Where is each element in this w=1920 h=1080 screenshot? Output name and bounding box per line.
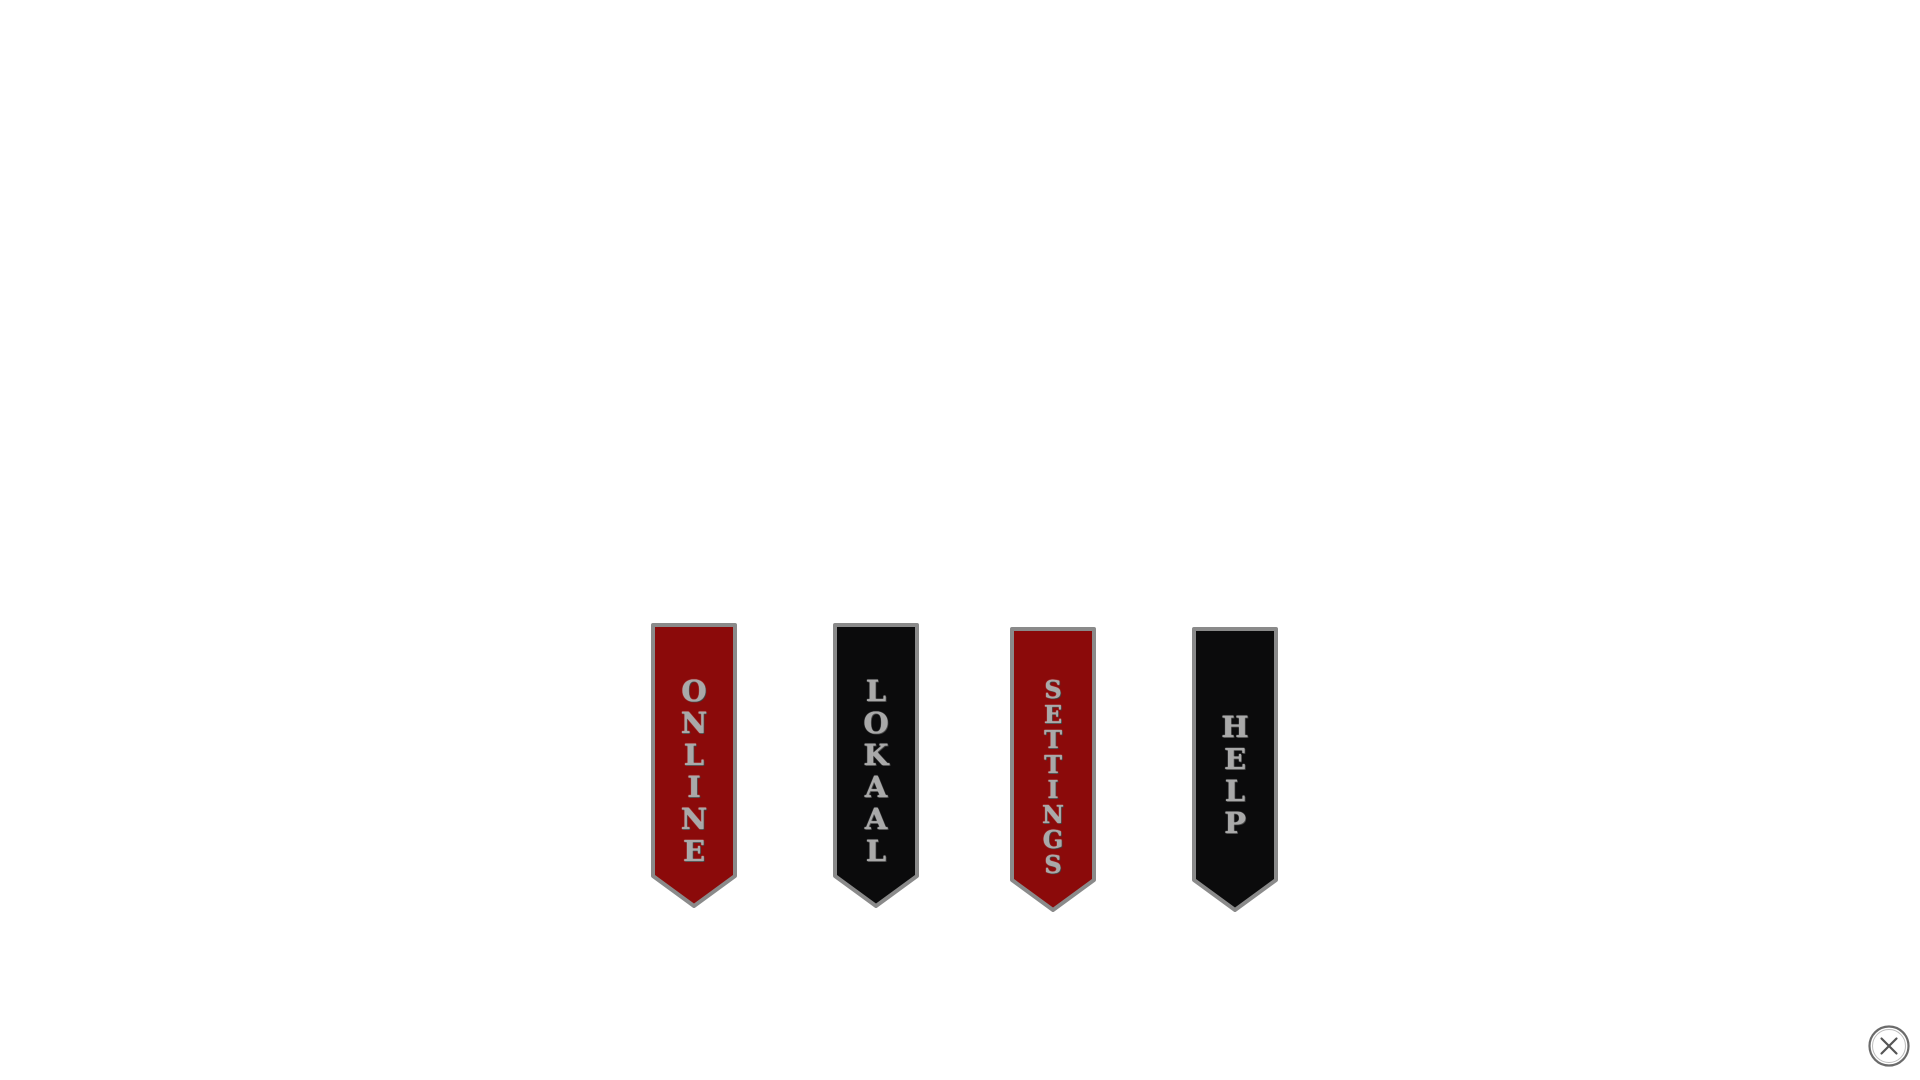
banner-letter: E	[682, 834, 706, 868]
banner-letter: A	[864, 770, 888, 804]
settings-banner-label: SETTINGS	[1010, 677, 1096, 877]
lokaal-banner-label: LOKAAL	[833, 675, 919, 867]
banner-letter: E	[1043, 700, 1063, 729]
banner-letter: H	[1221, 710, 1249, 744]
help-banner-button[interactable]: HELP	[1192, 627, 1278, 912]
help-banner-label: HELP	[1192, 711, 1278, 839]
banner-letter: N	[680, 802, 708, 836]
online-banner-label: ONLINE	[651, 675, 737, 867]
banner-letter: E	[1223, 742, 1247, 776]
online-banner-button[interactable]: ONLINE	[651, 623, 737, 908]
banner-letter: N	[680, 706, 708, 740]
lokaal-banner-button[interactable]: LOKAAL	[833, 623, 919, 908]
banner-letter: G	[1042, 825, 1064, 854]
banner-letter: K	[863, 738, 889, 772]
banner-letter: I	[687, 770, 701, 804]
banner-letter: O	[681, 674, 707, 708]
settings-banner-button[interactable]: SETTINGS	[1010, 627, 1096, 912]
banner-letter: L	[865, 674, 887, 708]
banner-letter: O	[863, 706, 889, 740]
close-icon	[1868, 1025, 1910, 1067]
banner-letter: N	[1042, 800, 1064, 829]
banner-letter: S	[1044, 675, 1062, 704]
banner-letter: S	[1044, 850, 1062, 879]
banner-letter: L	[865, 834, 887, 868]
banner-letter: L	[683, 738, 705, 772]
banner-letter: T	[1044, 725, 1062, 754]
banner-letter: I	[1047, 775, 1059, 804]
banner-letter: A	[864, 802, 888, 836]
banner-letter: L	[1224, 774, 1246, 808]
close-button[interactable]	[1868, 1025, 1910, 1067]
main-menu: ONLINE LOKAAL SETTINGS HELP	[0, 0, 1920, 1080]
banner-letter: T	[1044, 750, 1062, 779]
banner-letter: P	[1224, 806, 1246, 840]
